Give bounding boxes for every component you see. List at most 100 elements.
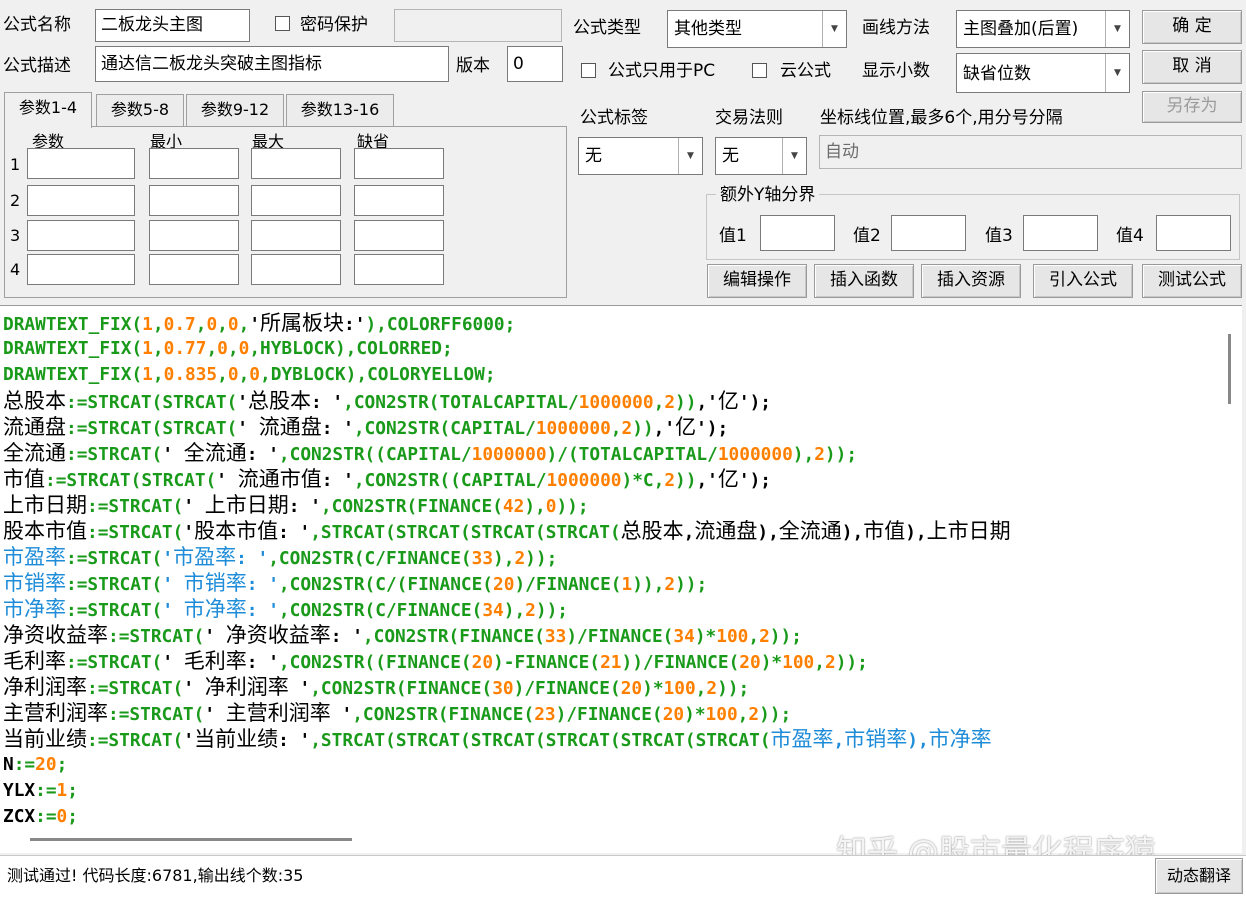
code-line: 市销率:=STRCAT(' 市销率: ',CON2STR(C/(FINANCE(…: [3, 570, 1011, 596]
formula-desc-input[interactable]: 通达信二板龙头突破主图指标: [95, 46, 449, 82]
tab-params-13-16[interactable]: 参数13-16: [286, 94, 394, 126]
tab-params-9-12[interactable]: 参数9-12: [186, 94, 284, 126]
decimal-select[interactable]: 缺省位数 ▼: [956, 53, 1130, 93]
trade-rule-select[interactable]: 无 ▼: [715, 137, 807, 175]
param-name-1[interactable]: [27, 148, 135, 179]
vertical-scroll-thumb[interactable]: [1228, 334, 1231, 404]
cloud-formula-checkbox[interactable]: [752, 63, 767, 78]
chevron-down-icon[interactable]: ▼: [822, 11, 846, 47]
code-token: :=STRCAT(: [66, 574, 163, 595]
code-token: 100: [716, 626, 749, 647]
code-token: : ': [278, 730, 311, 751]
value1-input[interactable]: [760, 215, 835, 251]
code-token: ': [183, 522, 195, 543]
save-as-button[interactable]: 另存为: [1142, 91, 1242, 123]
chevron-down-icon[interactable]: ▼: [1105, 54, 1129, 92]
import-formula-button[interactable]: 引入公式: [1033, 264, 1133, 298]
code-token: 1000000: [471, 444, 547, 465]
axis-position-input[interactable]: 自动: [819, 135, 1242, 169]
chevron-down-icon[interactable]: ▼: [782, 138, 806, 174]
code-token: ));: [759, 704, 792, 725]
code-token: ));: [835, 652, 868, 673]
code-token: ,DYBLOCK),COLORYELLOW;: [260, 364, 496, 385]
code-token: :=: [35, 806, 57, 827]
code-token: 市净率: [3, 597, 66, 621]
value2-input[interactable]: [891, 215, 966, 251]
code-editor[interactable]: DRAWTEXT_FIX(1,0.7,0,0,'所属板块:'),COLORFF6…: [0, 305, 1242, 853]
code-token: ),: [841, 522, 864, 543]
param-max-2[interactable]: [251, 185, 341, 216]
formula-type-value: 其他类型: [674, 19, 742, 39]
code-token: 毛利率: [3, 649, 66, 673]
test-formula-button[interactable]: 测试公式: [1142, 264, 1242, 298]
code-token: 2: [664, 574, 676, 595]
code-token: ,: [206, 338, 218, 359]
code-token: ;: [67, 780, 78, 801]
code-token: ': [162, 574, 184, 595]
code-text[interactable]: DRAWTEXT_FIX(1,0.7,0,0,'所属板块:'),COLORFF6…: [3, 310, 1011, 830]
param-min-2[interactable]: [149, 185, 239, 216]
vertical-scrollbar[interactable]: [1220, 306, 1238, 826]
code-token: 亿: [717, 467, 739, 491]
password-checkbox[interactable]: [275, 16, 290, 31]
code-token: 20: [662, 704, 685, 725]
code-token: ,: [833, 730, 845, 751]
code-line: 市净率:=STRCAT(' 市净率: ',CON2STR(C/FINANCE(3…: [3, 596, 1011, 622]
param-default-3[interactable]: [354, 220, 444, 251]
value3-input[interactable]: [1023, 215, 1098, 251]
value4-input[interactable]: [1156, 215, 1231, 251]
code-token: 总股本: [3, 389, 66, 413]
code-line: 主营利润率:=STRCAT(' 主营利润率 ',CON2STR(FINANCE(…: [3, 700, 1011, 726]
code-token: ': [162, 444, 184, 465]
edit-operation-button[interactable]: 编辑操作: [707, 264, 807, 298]
decimal-value: 缺省位数: [963, 64, 1031, 84]
param-name-4[interactable]: [27, 254, 135, 285]
insert-resource-button[interactable]: 插入资源: [921, 264, 1021, 298]
param-min-3[interactable]: [149, 220, 239, 251]
code-token: :=STRCAT(: [87, 522, 184, 543]
horizontal-scroll-thumb[interactable]: [30, 838, 352, 841]
chevron-down-icon[interactable]: ▼: [678, 138, 702, 174]
version-input[interactable]: 0: [507, 46, 563, 82]
param-name-2[interactable]: [27, 185, 135, 216]
formula-tag-select[interactable]: 无 ▼: [578, 137, 703, 175]
param-max-3[interactable]: [251, 220, 341, 251]
code-line: DRAWTEXT_FIX(1,0.77,0,0,HYBLOCK),COLORRE…: [3, 336, 1011, 362]
chevron-down-icon[interactable]: ▼: [1105, 11, 1129, 47]
code-token: )/FINANCE(: [514, 574, 622, 595]
param-min-4[interactable]: [149, 254, 239, 285]
param-default-4[interactable]: [354, 254, 444, 285]
code-token: 净资收益率: [3, 623, 108, 647]
code-token: 亿: [675, 415, 697, 439]
code-token: 流通盘: [694, 519, 758, 543]
code-token: : ': [246, 574, 279, 595]
code-token: :': [344, 314, 366, 335]
param-default-2[interactable]: [354, 185, 444, 216]
formula-type-select[interactable]: 其他类型 ▼: [667, 10, 847, 48]
code-token: 净资收益率: [225, 623, 331, 647]
formula-name-input[interactable]: 二板龙头主图: [95, 9, 250, 42]
ok-button[interactable]: 确 定: [1142, 10, 1242, 44]
param-name-3[interactable]: [27, 220, 135, 251]
code-token: ': [204, 704, 226, 725]
code-token: 市盈率: [3, 545, 66, 569]
pc-only-checkbox[interactable]: [581, 63, 596, 78]
code-token: ));: [824, 444, 858, 465]
code-token: :=STRCAT(STRCAT(: [66, 392, 238, 413]
dynamic-translate-button[interactable]: 动态翻译: [1155, 858, 1243, 894]
code-token: ,: [217, 364, 228, 385]
code-token: : ': [321, 470, 354, 491]
cancel-button[interactable]: 取 消: [1142, 50, 1242, 84]
param-max-1[interactable]: [251, 148, 341, 179]
draw-method-select[interactable]: 主图叠加(后置) ▼: [956, 10, 1130, 48]
param-min-1[interactable]: [149, 148, 239, 179]
param-max-4[interactable]: [251, 254, 341, 285]
insert-function-button[interactable]: 插入函数: [814, 264, 914, 298]
tab-params-5-8[interactable]: 参数5-8: [96, 94, 184, 126]
code-token: : ': [246, 444, 279, 465]
code-token: 20: [739, 652, 761, 673]
password-input[interactable]: [394, 9, 562, 42]
code-token: :=STRCAT(: [87, 730, 184, 751]
param-default-1[interactable]: [354, 148, 444, 179]
tab-params-1-4[interactable]: 参数1-4: [4, 92, 92, 128]
